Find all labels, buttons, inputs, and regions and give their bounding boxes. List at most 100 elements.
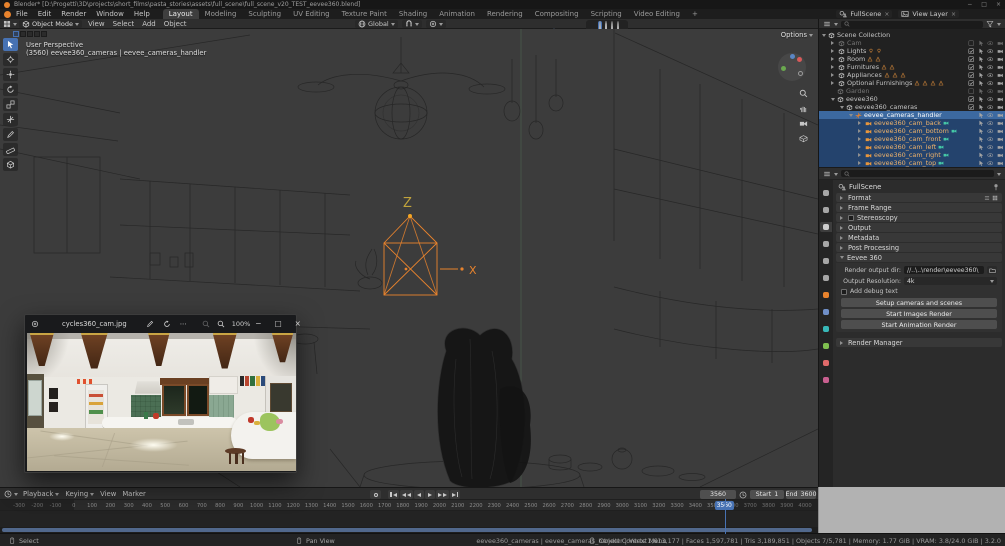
outliner-row-room[interactable]: Room <box>819 55 1005 63</box>
filter-chevron-icon[interactable] <box>997 23 1001 28</box>
eye-icon[interactable] <box>987 96 994 103</box>
eye-icon[interactable] <box>987 104 994 111</box>
outliner-editor-icon[interactable] <box>823 20 831 28</box>
cursor-icon[interactable] <box>978 120 985 127</box>
ortho-grid-icon[interactable] <box>799 134 808 143</box>
outliner-row-eevee360-cam-front[interactable]: eevee360_cam_front <box>819 135 1005 143</box>
panel-format[interactable]: Format <box>836 193 1002 202</box>
expand-icon[interactable] <box>840 105 844 111</box>
properties-filter-chevron-icon[interactable] <box>997 172 1001 178</box>
pin-icon[interactable] <box>992 183 1000 191</box>
tool-add-cube[interactable] <box>3 158 18 171</box>
properties-tab-render[interactable] <box>820 205 832 215</box>
zoom-in-icon[interactable] <box>217 320 225 328</box>
editor-type-icon[interactable] <box>3 20 11 28</box>
workspace-tab-shading[interactable]: Shading <box>393 9 433 19</box>
cam-icon[interactable] <box>997 88 1004 95</box>
panel-frame-range[interactable]: Frame Range <box>836 203 1002 212</box>
check-icon[interactable] <box>968 80 975 87</box>
axis-y-handle[interactable] <box>781 66 786 71</box>
check-icon[interactable] <box>968 48 975 55</box>
expand-icon[interactable] <box>831 41 836 45</box>
workspace-tab-animation[interactable]: Animation <box>433 9 481 19</box>
check-icon[interactable] <box>968 72 975 79</box>
check-icon[interactable] <box>968 104 975 111</box>
cursor-icon[interactable] <box>978 136 985 143</box>
eye-icon[interactable] <box>987 80 994 87</box>
collection-toggle[interactable] <box>34 31 40 37</box>
cam-icon[interactable] <box>997 64 1004 71</box>
outliner-row-eevee360-cam-back[interactable]: eevee360_cam_back <box>819 119 1005 127</box>
stopwatch-icon[interactable] <box>739 491 747 499</box>
resolution-dropdown[interactable]: 4k <box>904 277 997 285</box>
outliner-row-eevee360[interactable]: eevee360 <box>819 95 1005 103</box>
eye-icon[interactable] <box>987 136 994 143</box>
image-viewer-close-button[interactable]: × <box>295 319 301 328</box>
eye-icon[interactable] <box>987 40 994 47</box>
collection-toggle[interactable] <box>20 31 26 37</box>
cursor-icon[interactable] <box>978 96 985 103</box>
maximize-button[interactable]: □ <box>981 1 987 8</box>
timeline-menu-view[interactable]: View <box>97 490 119 498</box>
cursor-icon[interactable] <box>978 48 985 55</box>
expand-icon[interactable] <box>831 57 836 61</box>
viewport-menu-view[interactable]: View <box>84 20 109 28</box>
view-layer-selector[interactable]: View Layer × <box>898 10 959 18</box>
blender-menu-icon[interactable] <box>4 10 11 18</box>
editor-type-chevron-icon[interactable] <box>13 23 17 28</box>
filter-icon[interactable] <box>986 20 994 28</box>
properties-search-input[interactable] <box>841 170 994 177</box>
expand-icon[interactable] <box>831 65 836 69</box>
workspace-tab-video-editing[interactable]: Video Editing <box>628 9 686 19</box>
start-frame-field[interactable]: Start 1 <box>750 490 784 499</box>
eye-icon[interactable] <box>987 48 994 55</box>
expand-icon[interactable] <box>831 97 835 103</box>
outliner-row-eevee360-cam-left[interactable]: eevee360_cam_left <box>819 143 1005 151</box>
cam-icon[interactable] <box>997 152 1004 159</box>
properties-tab-scene[interactable] <box>820 256 832 266</box>
properties-tab-particles[interactable] <box>820 324 832 334</box>
cam-icon[interactable] <box>997 80 1004 87</box>
tool-scale[interactable] <box>3 98 18 111</box>
mode-dropdown[interactable]: Object Mode <box>19 20 82 28</box>
stereoscopy-checkbox[interactable] <box>848 214 854 221</box>
outliner-row-eevee360-cam-bottom[interactable]: eevee360_cam_bottom <box>819 127 1005 135</box>
cam-icon[interactable] <box>997 112 1004 119</box>
eye-icon[interactable] <box>987 64 994 71</box>
axis-neg-handle[interactable] <box>798 71 803 76</box>
outliner-row-garden[interactable]: Garden <box>819 87 1005 95</box>
tool-select[interactable] <box>3 38 18 51</box>
tool-rotate[interactable] <box>3 83 18 96</box>
panel-eevee360[interactable]: Eevee 360 <box>836 253 1002 262</box>
play-button[interactable] <box>424 490 435 499</box>
properties-editor-icon[interactable] <box>823 170 831 178</box>
check-icon[interactable] <box>968 56 975 63</box>
prev-keyframe-button[interactable] <box>399 490 413 499</box>
properties-tab-world[interactable] <box>820 273 832 283</box>
cursor-icon[interactable] <box>978 160 985 167</box>
button-start-images-render[interactable]: Start Images Render <box>841 309 997 318</box>
outliner-row-eevee-cameras-handler[interactable]: eevee_cameras_handler <box>819 111 1005 119</box>
outliner-row-scene-collection[interactable]: Scene Collection <box>819 31 1005 39</box>
expand-icon[interactable] <box>858 145 863 149</box>
expand-icon[interactable] <box>858 153 863 157</box>
workspace-tab-modeling[interactable]: Modeling <box>199 9 243 19</box>
tool-cursor[interactable] <box>3 53 18 66</box>
properties-editor-chevron-icon[interactable] <box>834 172 838 178</box>
zoom-icon[interactable] <box>799 89 808 98</box>
eye-icon[interactable] <box>987 72 994 79</box>
cursor-icon[interactable] <box>978 128 985 135</box>
expand-icon[interactable] <box>858 137 863 141</box>
axis-z-handle[interactable] <box>790 54 795 59</box>
outliner-row-furnitures[interactable]: Furnitures <box>819 63 1005 71</box>
cursor-icon[interactable] <box>978 40 985 47</box>
panel-output[interactable]: Output <box>836 223 1002 232</box>
scene-unlink-icon[interactable]: × <box>884 11 889 18</box>
browse-folder-button[interactable] <box>987 266 997 274</box>
view-layer-unlink-icon[interactable]: × <box>951 11 956 18</box>
cursor-icon[interactable] <box>978 64 985 71</box>
cursor-icon[interactable] <box>978 104 985 111</box>
workspace-tab-texture-paint[interactable]: Texture Paint <box>336 9 393 19</box>
viewport-menu-object[interactable]: Object <box>160 20 191 28</box>
camera-rig-gizmo[interactable] <box>383 214 464 296</box>
